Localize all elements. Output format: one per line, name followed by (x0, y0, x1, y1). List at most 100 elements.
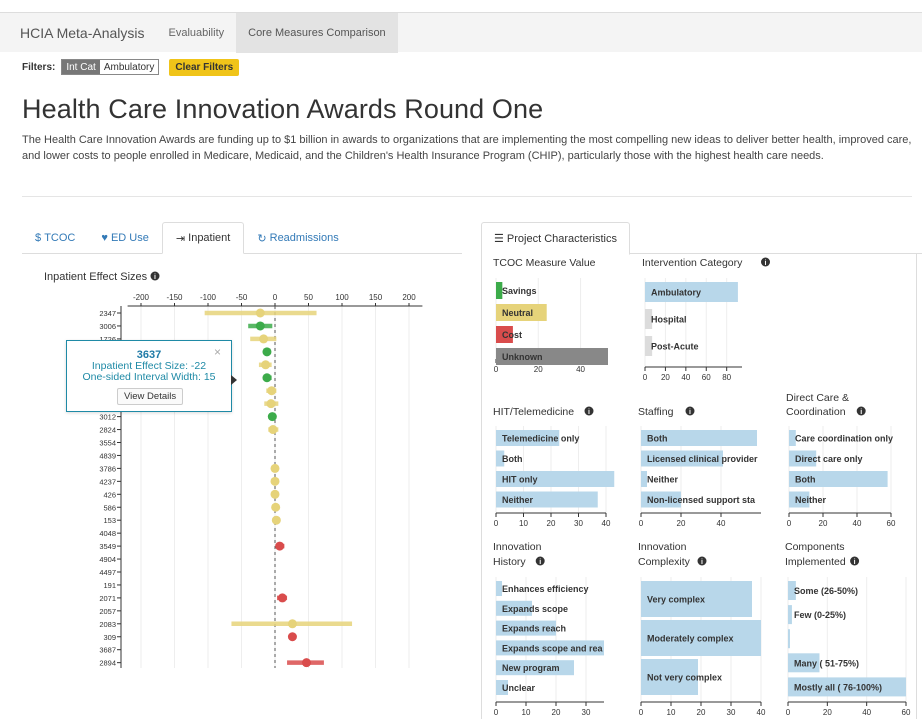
bar-label: Non-licensed support sta (647, 495, 756, 505)
y-tick-label: 3554 (99, 439, 116, 448)
y-tick-label: 4237 (99, 477, 116, 486)
effect-point (267, 412, 277, 422)
effect-point (255, 308, 265, 318)
y-tick-label: 2071 (99, 594, 116, 603)
y-tick-label: 4497 (99, 568, 116, 577)
x-tick-label: 40 (757, 708, 766, 717)
x-tick-label: 150 (369, 293, 383, 302)
chart-title-line2: Coordination (786, 406, 846, 418)
x-tick-label: 20 (552, 708, 561, 717)
x-tick-label: 0 (494, 365, 499, 374)
x-tick-label: 20 (823, 708, 832, 717)
effect-point (266, 399, 276, 409)
y-tick-label: 2824 (99, 426, 116, 435)
bar-label: Post-Acute (651, 342, 699, 352)
x-tick-label: 40 (862, 708, 871, 717)
x-tick-label: -150 (166, 293, 183, 302)
x-tick-label: 20 (534, 365, 543, 374)
y-tick-label: 153 (103, 516, 116, 525)
x-tick-label: 0 (786, 708, 791, 717)
x-tick-label: 40 (681, 373, 690, 382)
y-tick-label: 3012 (99, 413, 116, 422)
effect-point (277, 593, 287, 603)
effect-point (271, 515, 281, 525)
bar-label: Not very complex (647, 673, 722, 683)
y-tick-label: 2894 (99, 659, 116, 668)
y-tick-label: 4048 (99, 529, 116, 538)
info-icon-glyph: i (860, 409, 862, 416)
bar-label: Both (502, 454, 523, 464)
chart-title-line2: Complexity (638, 556, 691, 568)
effect-point (270, 476, 280, 486)
effect-point (255, 321, 265, 331)
chart-title: TCOC Measure Value (493, 257, 596, 269)
effect-point (271, 502, 281, 512)
close-icon[interactable]: × (214, 345, 221, 359)
x-tick-label: 60 (902, 708, 911, 717)
chart-title: Intervention Category (642, 257, 743, 269)
y-tick-label: 3687 (99, 646, 116, 655)
x-tick-label: 20 (547, 519, 556, 528)
bar-label: Enhances efficiency (502, 584, 589, 594)
x-tick-label: 50 (304, 293, 313, 302)
x-tick-label: 10 (522, 708, 531, 717)
x-tick-label: 40 (576, 365, 585, 374)
chart-title-line1: Innovation (493, 541, 542, 553)
x-tick-label: 30 (582, 708, 591, 717)
info-icon-glyph: i (701, 559, 703, 566)
effect-point (267, 386, 277, 396)
chart-title: Staffing (638, 406, 674, 418)
y-tick-label: 2057 (99, 607, 116, 616)
bar-label: Some (26-50%) (794, 586, 858, 596)
x-tick-label: 40 (602, 519, 611, 528)
x-tick-label: 60 (887, 519, 896, 528)
y-tick-label: 4904 (99, 555, 116, 564)
x-tick-label: 0 (494, 519, 499, 528)
bar-label: Care coordination only (795, 434, 893, 444)
bar-label: Both (795, 475, 816, 485)
x-tick-label: 20 (697, 708, 706, 717)
chart-title-line1: Components (785, 541, 845, 553)
y-tick-label: 2083 (99, 620, 116, 629)
info-icon-glyph: i (588, 409, 590, 416)
effect-point (261, 360, 271, 370)
info-icon-glyph: i (154, 274, 156, 281)
bar-label: Expands scope (502, 604, 568, 614)
effect-point (270, 463, 280, 473)
bar-label: Both (647, 434, 668, 444)
x-tick-label: 0 (494, 708, 499, 717)
info-icon-glyph: i (765, 260, 767, 267)
bar-label: Hospital (651, 315, 687, 325)
x-tick-label: 0 (639, 708, 644, 717)
x-tick-label: 30 (574, 519, 583, 528)
tooltip-interval-width: One-sided Interval Width: 15 (82, 371, 216, 383)
info-icon-glyph: i (689, 409, 691, 416)
bar (788, 605, 792, 625)
bar-label: HIT only (502, 475, 538, 485)
x-tick-label: 10 (667, 708, 676, 717)
bar-label: Expands reach (502, 624, 566, 634)
bar-label: Licensed clinical provider (647, 454, 758, 464)
effect-point (268, 425, 278, 435)
bar-label: Savings (502, 286, 537, 296)
y-tick-label: 3786 (99, 464, 116, 473)
effect-point (275, 541, 285, 551)
x-tick-label: 60 (702, 373, 711, 382)
x-tick-label: 0 (273, 293, 278, 302)
info-icon-glyph: i (854, 559, 856, 566)
forest-title: Inpatient Effect Sizes (44, 271, 148, 283)
bar-label: Many ( 51-75%) (794, 658, 859, 668)
bar-label: Neutral (502, 308, 533, 318)
bar-label: Neither (647, 475, 679, 485)
chart-title-line2: Implemented (785, 556, 846, 568)
x-tick-label: 20 (677, 519, 686, 528)
y-tick-label: 426 (103, 490, 116, 499)
bar-label: Moderately complex (647, 634, 734, 644)
view-details-button[interactable]: View Details (117, 388, 184, 405)
chart-title-line1: Direct Care & (786, 392, 849, 404)
info-icon-glyph: i (539, 559, 541, 566)
y-tick-label: 191 (103, 581, 116, 590)
effect-point (287, 632, 297, 642)
x-tick-label: 0 (639, 519, 644, 528)
chart-title-line2: History (493, 556, 526, 568)
